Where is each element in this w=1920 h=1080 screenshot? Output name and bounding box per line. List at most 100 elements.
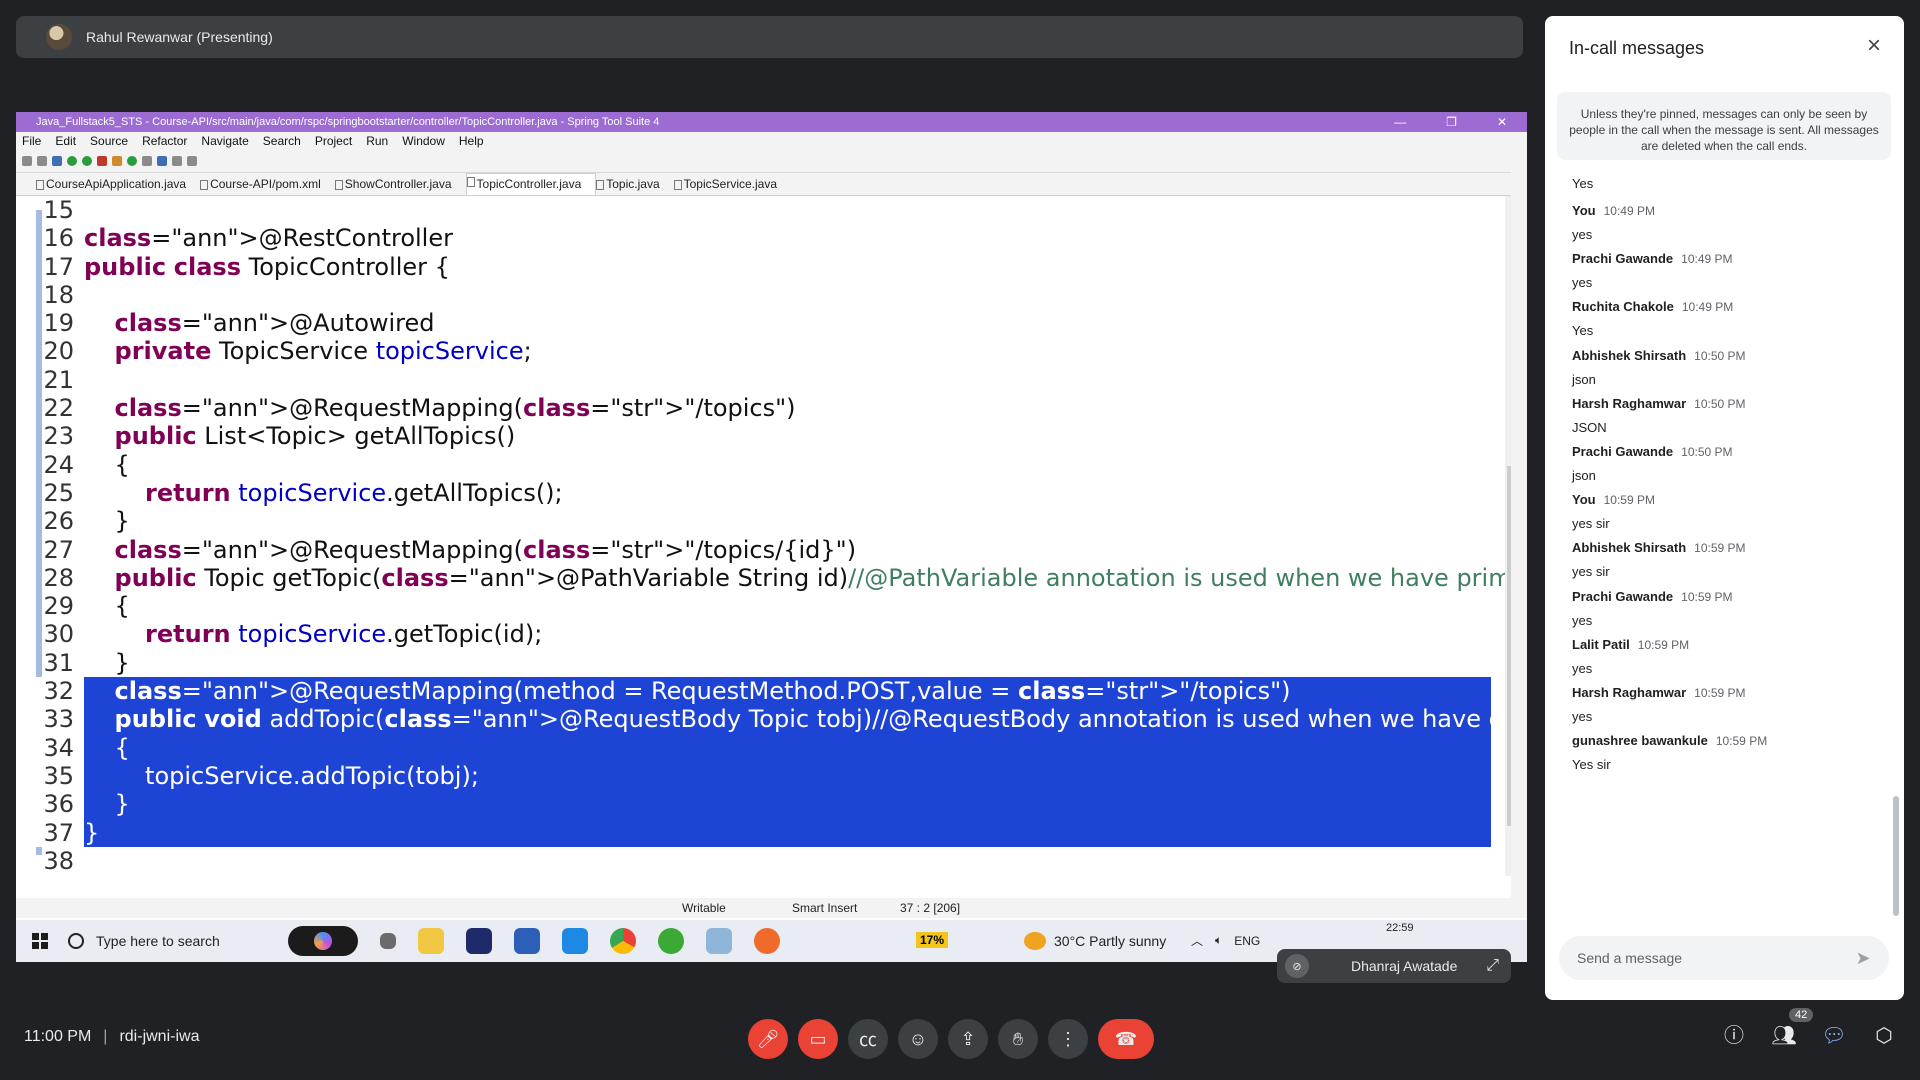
menu-item-window[interactable]: Window — [402, 134, 445, 148]
weather-widget[interactable]: 30°C Partly sunny — [1024, 932, 1166, 950]
restore-icon[interactable]: ❐ — [1446, 115, 1457, 129]
code-line[interactable]: 23 public List<Topic> getAllTopics() — [16, 422, 1491, 450]
code-line[interactable]: 37} — [16, 818, 1491, 847]
captions-icon[interactable]: ㏄ — [848, 1019, 888, 1059]
taskbar-search[interactable]: Type here to search — [68, 926, 278, 956]
menu-item-run[interactable]: Run — [366, 134, 388, 148]
store-icon[interactable] — [514, 928, 540, 954]
open-type-icon[interactable] — [142, 156, 152, 166]
save-icon[interactable] — [37, 156, 47, 166]
menu-item-file[interactable]: File — [22, 134, 41, 148]
message-text: yes — [1572, 709, 1593, 724]
editor-tab[interactable]: ShowController.java — [334, 177, 466, 195]
message-input[interactable] — [1575, 949, 1829, 967]
code-line[interactable]: 28 public Topic getTopic(class="ann">@Pa… — [16, 564, 1527, 592]
code-line[interactable]: 21 — [16, 366, 1491, 394]
code-line[interactable]: 26 } — [16, 507, 1491, 535]
menu-item-navigate[interactable]: Navigate — [201, 134, 248, 148]
search-icon[interactable] — [157, 156, 167, 166]
close-icon[interactable]: ✕ — [1497, 115, 1507, 129]
activities-icon[interactable]: ⬡ — [1870, 1022, 1898, 1050]
app-icon[interactable] — [706, 928, 732, 954]
menu-item-help[interactable]: Help — [459, 134, 484, 148]
taskbar-clock[interactable]: 22:59 — [1386, 922, 1414, 934]
code-editor[interactable]: 15 16 class="ann">@RestController 17 public … — [16, 196, 1527, 876]
copilot-icon[interactable] — [288, 926, 358, 956]
code-line[interactable]: 27 class="ann">@RequestMapping(class="st… — [16, 536, 1491, 564]
code-line[interactable]: 36 } — [16, 790, 1491, 819]
chrome-icon[interactable] — [610, 928, 636, 954]
volume-icon[interactable]: 🔈︎ — [1215, 933, 1222, 948]
teams-icon[interactable] — [466, 928, 492, 954]
code-text: public void addTopic(class="ann">@Reques… — [114, 705, 1527, 734]
code-line[interactable]: 20 private TopicService topicService; — [16, 337, 1491, 365]
chevron-up-icon[interactable]: ︿ — [1191, 932, 1203, 949]
code-line[interactable]: 33 public void addTopic(class="ann">@Req… — [16, 705, 1527, 734]
code-line[interactable]: 18 — [16, 281, 1491, 309]
info-icon[interactable]: ⓘ — [1720, 1022, 1748, 1050]
windows-start-icon[interactable] — [32, 933, 48, 949]
editor-tab[interactable]: CourseApiApplication.java — [36, 177, 200, 195]
back-icon[interactable] — [172, 156, 182, 166]
code-area[interactable]: 15 16 class="ann">@RestController 17 public … — [16, 196, 1527, 875]
mail-icon[interactable] — [562, 928, 588, 954]
presenter-avatar — [46, 24, 72, 50]
panel-title: In-call messages — [1569, 38, 1705, 58]
editor-tab[interactable]: TopicService.java — [673, 177, 791, 195]
line-number: 22 — [43, 394, 74, 423]
task-view-icon[interactable] — [380, 933, 396, 949]
end-call-icon[interactable]: ☎ — [1098, 1019, 1154, 1059]
menu-item-source[interactable]: Source — [90, 134, 128, 148]
messages-scrollbar[interactable] — [1893, 796, 1899, 916]
people-icon[interactable]: 👥︎ — [1770, 1022, 1798, 1050]
expand-icon[interactable]: ⤢ — [1486, 957, 1499, 975]
menu-item-edit[interactable]: Edit — [55, 134, 76, 148]
spring-tool-suite-icon[interactable] — [658, 928, 684, 954]
more-vert-icon[interactable]: ⋮ — [1048, 1019, 1088, 1059]
language-indicator[interactable]: ENG — [1234, 934, 1260, 948]
chat-icon[interactable]: 💬︎ — [1820, 1022, 1848, 1050]
self-video-tile[interactable]: ⊘ Dhanraj Awatade ⤢ — [1277, 949, 1511, 983]
send-icon[interactable]: ➤ — [1853, 948, 1873, 968]
code-line[interactable]: 31 } — [16, 649, 1491, 677]
menu-item-refactor[interactable]: Refactor — [142, 134, 187, 148]
close-icon[interactable]: × — [1862, 34, 1886, 58]
forward-icon[interactable] — [187, 156, 197, 166]
present-icon[interactable]: ⇪ — [948, 1019, 988, 1059]
code-line[interactable]: 24 { — [16, 451, 1491, 479]
code-line[interactable]: 35 topicService.addTopic(tobj); — [16, 761, 1491, 791]
code-line[interactable]: 19 class="ann">@Autowired — [16, 309, 1491, 337]
code-line[interactable]: 16 class="ann">@RestController — [16, 224, 1491, 252]
editor-tab[interactable]: TopicController.java — [465, 173, 597, 195]
code-line[interactable]: 32 class="ann">@RequestMapping(method = … — [16, 677, 1491, 706]
code-line[interactable]: 22 class="ann">@RequestMapping(class="st… — [16, 394, 1491, 422]
side-controls: ⓘ 👥︎ 💬︎ ⬡ — [1720, 1022, 1898, 1050]
code-line[interactable]: 25 return topicService.getAllTopics(); — [16, 479, 1491, 507]
new-class-icon[interactable] — [127, 156, 137, 166]
code-line[interactable]: 38 — [16, 847, 1491, 875]
code-line[interactable]: 17 public class TopicController { — [16, 253, 1491, 281]
mic-off-icon[interactable]: 🎤︎ — [748, 1019, 788, 1059]
run-icon[interactable] — [82, 156, 92, 166]
file-explorer-icon[interactable] — [418, 928, 444, 954]
message-composer[interactable]: ➤ — [1559, 936, 1889, 980]
code-line[interactable]: 34 { — [16, 733, 1491, 762]
editor-tab[interactable]: Course-API/pom.xml — [200, 177, 335, 195]
stop-icon[interactable] — [97, 156, 107, 166]
new-icon[interactable] — [22, 156, 32, 166]
editor-tab[interactable]: Topic.java — [596, 177, 673, 195]
battery-indicator[interactable]: 17% — [916, 932, 949, 948]
code-line[interactable]: 29 { — [16, 592, 1491, 620]
code-line[interactable]: 30 return topicService.getTopic(id); — [16, 620, 1491, 648]
debug-icon[interactable] — [67, 156, 77, 166]
camera-off-icon[interactable]: ▭ — [798, 1019, 838, 1059]
code-line[interactable]: 15 — [16, 196, 1491, 224]
print-icon[interactable] — [52, 156, 62, 166]
emoji-icon[interactable]: ☺ — [898, 1019, 938, 1059]
raise-hand-icon[interactable]: ✋︎ — [998, 1019, 1038, 1059]
package-icon[interactable] — [112, 156, 122, 166]
minimize-icon[interactable]: — — [1394, 115, 1406, 129]
menu-item-search[interactable]: Search — [263, 134, 301, 148]
menu-item-project[interactable]: Project — [315, 134, 352, 148]
browser-icon[interactable] — [754, 928, 780, 954]
